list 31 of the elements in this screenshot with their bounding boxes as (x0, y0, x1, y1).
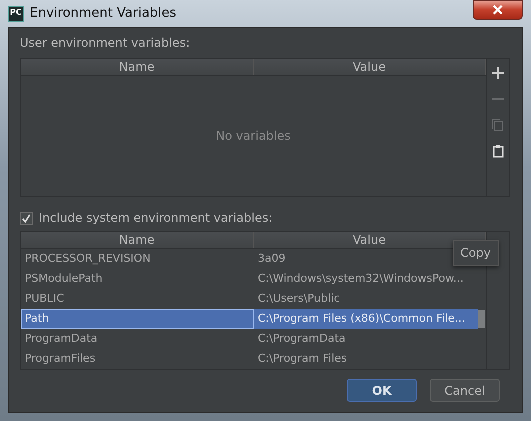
table-cell[interactable]: ProgramFiles (21, 349, 254, 369)
tooltip: Copy (452, 240, 499, 266)
add-icon (492, 67, 504, 79)
table-cell[interactable]: C:\Program Files (254, 349, 478, 369)
table-cell[interactable]: C:\Users\Public (254, 289, 478, 309)
dialog-button[interactable]: OK (347, 379, 417, 402)
copy-icon (492, 118, 504, 132)
scrollbar-thumb[interactable] (478, 310, 485, 328)
table-cell[interactable]: PROCESSOR_REVISION (21, 249, 254, 269)
column-header[interactable]: Name (21, 59, 254, 75)
table-cell[interactable]: PSModulePath (21, 269, 254, 289)
column-header[interactable]: Value (254, 59, 486, 75)
table-cell[interactable]: ProgramData (21, 329, 254, 349)
checkbox-label: Include system environment variables: (39, 210, 273, 227)
close-button[interactable] (473, 0, 523, 20)
check-icon (22, 214, 31, 222)
table-cell[interactable]: C:\Windows\system32\WindowsPow... (254, 269, 478, 289)
column-header[interactable]: Name (21, 232, 254, 248)
table-cell[interactable]: Path (21, 309, 254, 329)
dialog-button[interactable]: Cancel (430, 379, 500, 402)
table-cell[interactable]: C:\Program Files (x86)\Common File... (254, 309, 478, 329)
toolbar-button[interactable] (490, 65, 506, 81)
paste-icon (492, 144, 504, 158)
window-title: Environment Variables (30, 6, 178, 21)
table-cell[interactable]: PUBLIC (21, 289, 254, 309)
checkbox[interactable] (20, 212, 33, 224)
empty-message: No variables (216, 129, 291, 143)
close-icon (493, 4, 503, 14)
app-icon: PC (8, 6, 24, 22)
table-cell[interactable]: C:\ProgramData (254, 329, 478, 349)
section-label: User environment variables: (20, 35, 192, 52)
